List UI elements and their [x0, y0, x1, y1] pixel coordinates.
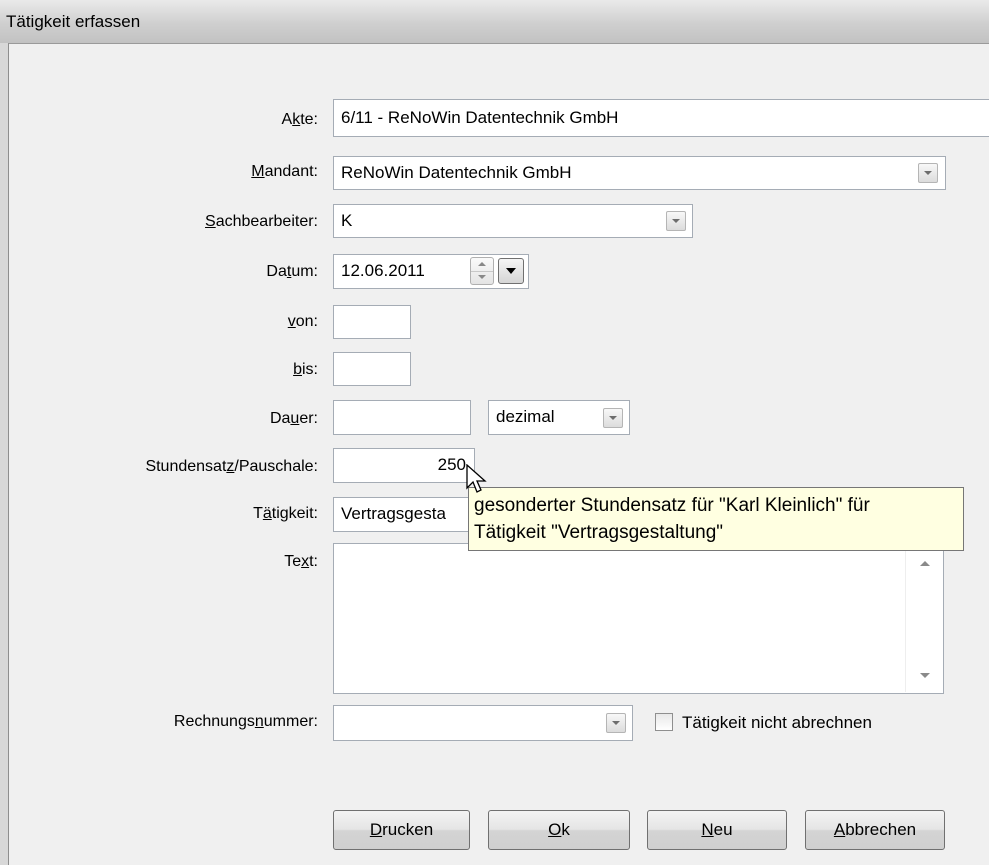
text-area[interactable] [333, 543, 944, 694]
ok-button[interactable]: Ok [488, 810, 630, 850]
rechnungsnummer-label: Rechnungsnummer: [173, 713, 318, 730]
text-label: Text: [284, 553, 318, 570]
sachbearbeiter-value: K [341, 211, 353, 230]
mandant-select[interactable]: ReNoWin Datentechnik GmbH [333, 156, 946, 190]
mandant-dropdown-icon[interactable] [918, 163, 938, 183]
window-title: Tätigkeit erfassen [6, 12, 141, 31]
dauer-unit-value: dezimal [496, 407, 555, 426]
spin-up-icon[interactable] [471, 258, 493, 272]
dauer-unit-dropdown-icon[interactable] [603, 408, 623, 428]
window-titlebar: Tätigkeit erfassen [0, 0, 989, 44]
rechnungsnummer-select[interactable] [333, 705, 633, 741]
nicht-abrechnen-checkbox[interactable] [655, 713, 673, 731]
taetigkeit-label: Tätigkeit: [253, 505, 318, 522]
stundensatz-field[interactable]: 250 [333, 448, 475, 483]
dauer-unit-select[interactable]: dezimal [488, 400, 630, 435]
datum-spinner[interactable] [470, 257, 494, 285]
text-scrollbar[interactable] [905, 545, 943, 692]
window-left-border [0, 43, 9, 865]
nicht-abrechnen-label[interactable]: Tätigkeit nicht abrechnen [682, 713, 872, 733]
datum-value: 12.06.2011 [341, 261, 425, 280]
dauer-field[interactable] [333, 400, 471, 435]
scroll-up-icon[interactable] [920, 561, 930, 566]
tooltip-line-1: gesonderter Stundensatz für "Karl Kleinl… [474, 495, 870, 516]
mandant-value: ReNoWin Datentechnik GmbH [341, 163, 572, 182]
dauer-label: Dauer: [269, 410, 318, 427]
drucken-button[interactable]: Drucken [333, 810, 470, 850]
stundensatz-label: Stundensatz/Pauschale: [145, 458, 318, 475]
tooltip-line-2: Tätigkeit "Vertragsgestaltung" [474, 522, 724, 543]
spin-down-icon[interactable] [471, 271, 493, 284]
von-field[interactable] [333, 305, 411, 339]
rechnungsnummer-dropdown-icon[interactable] [606, 713, 626, 733]
bis-field[interactable] [333, 352, 411, 386]
sachbearbeiter-label: Sachbearbeiter: [205, 213, 318, 230]
scroll-down-icon[interactable] [920, 673, 930, 678]
taetigkeit-value: Vertragsgesta [341, 504, 446, 523]
calendar-dropdown-icon[interactable] [498, 258, 524, 284]
stundensatz-tooltip: gesonderter Stundensatz für "Karl Kleinl… [468, 487, 964, 551]
stundensatz-value: 250 [437, 455, 466, 474]
bis-label: bis: [293, 361, 318, 378]
abbrechen-button[interactable]: Abbrechen [805, 810, 945, 850]
sachbearbeiter-select[interactable]: K [333, 204, 693, 238]
sachbearbeiter-dropdown-icon[interactable] [666, 211, 686, 231]
von-label: von: [287, 313, 318, 330]
mandant-label: Mandant: [251, 163, 318, 180]
neu-button[interactable]: Neu [647, 810, 787, 850]
datum-label: Datum: [266, 263, 318, 280]
mouse-cursor-icon [466, 464, 487, 493]
akte-value: 6/11 - ReNoWin Datentechnik GmbH [341, 108, 619, 127]
akte-label: Akte: [281, 111, 318, 128]
akte-field[interactable]: 6/11 - ReNoWin Datentechnik GmbH [333, 99, 989, 137]
